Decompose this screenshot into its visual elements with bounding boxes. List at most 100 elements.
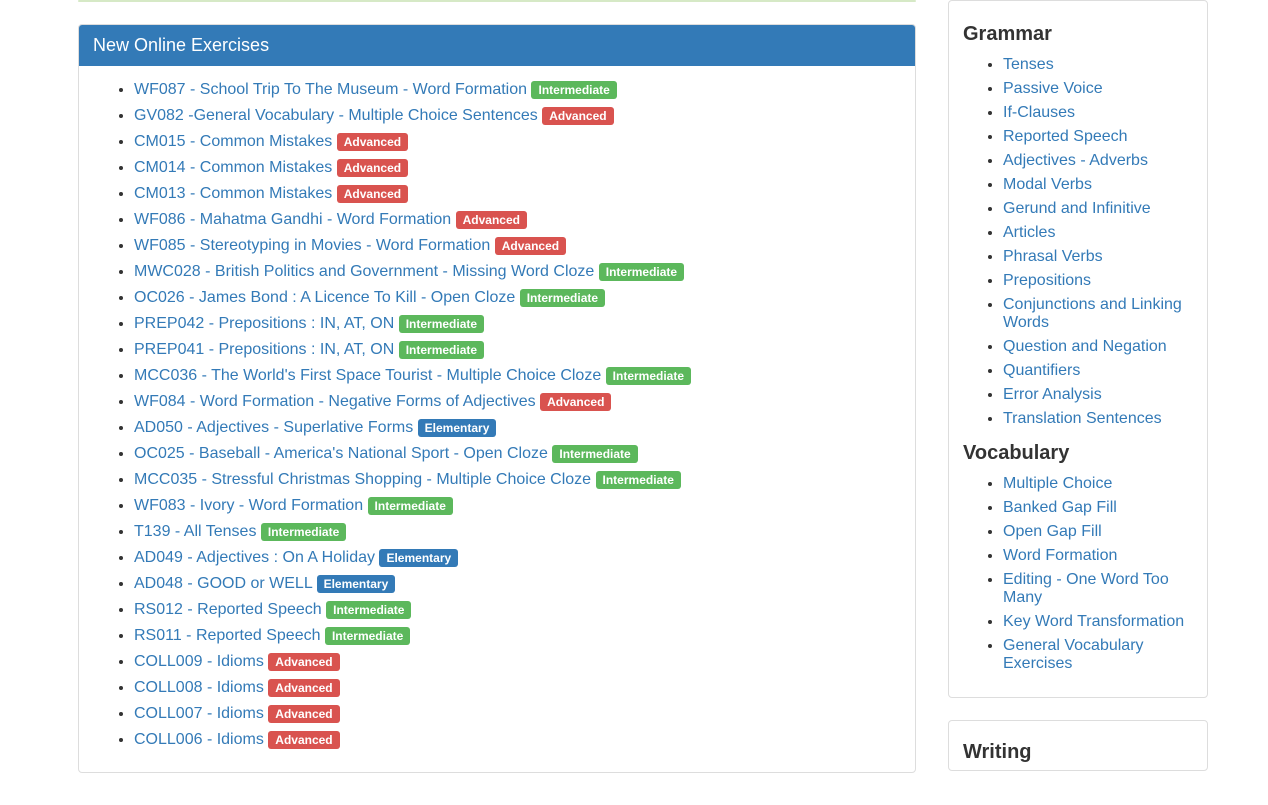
exercise-link[interactable]: GV082 -General Vocabulary - Multiple Cho… — [134, 107, 542, 124]
grammar-links-list: Tenses Passive Voice If-Clauses Reported Sp… — [963, 56, 1193, 428]
exercise-link[interactable]: RS011 - Reported Speech — [134, 627, 325, 644]
exercise-item: AD050 - Adjectives - Superlative Forms E… — [134, 419, 900, 437]
sidebar-item: Question and Negation — [1003, 338, 1193, 356]
sidebar-link[interactable]: Tenses — [1003, 56, 1054, 73]
exercise-item: MWC028 - British Politics and Government… — [134, 263, 900, 281]
level-badge: Elementary — [379, 549, 458, 567]
sidebar-link[interactable]: Quantifiers — [1003, 362, 1080, 379]
exercise-link[interactable]: OC026 - James Bond : A Licence To Kill -… — [134, 289, 520, 306]
sidebar-link[interactable]: Articles — [1003, 224, 1055, 241]
exercise-item: WF085 - Stereotyping in Movies - Word Fo… — [134, 237, 900, 255]
level-badge: Advanced — [495, 237, 566, 255]
sidebar-link[interactable]: Adjectives - Adverbs — [1003, 152, 1148, 169]
level-badge: Intermediate — [325, 627, 410, 645]
sidebar-categories-panel: Grammar TensesPassive VoiceIf-ClausesRep… — [948, 0, 1208, 698]
sidebar-item: Adjectives - Adverbs — [1003, 152, 1193, 170]
sidebar-link[interactable]: Open Gap Fill — [1003, 523, 1102, 540]
sidebar-link[interactable]: Reported Speech — [1003, 128, 1128, 145]
exercise-link[interactable]: MCC035 - Stressful Christmas Shopping - … — [134, 471, 596, 488]
sidebar-link[interactable]: Gerund and Infinitive — [1003, 200, 1151, 217]
exercise-link[interactable]: AD050 - Adjectives - Superlative Forms — [134, 419, 418, 436]
sidebar-link[interactable]: Modal Verbs — [1003, 176, 1092, 193]
exercise-item: COLL008 - Idioms Advanced — [134, 679, 900, 697]
sidebar-link[interactable]: Word Formation — [1003, 547, 1117, 564]
exercise-link[interactable]: CM014 - Common Mistakes — [134, 159, 337, 176]
level-badge: Advanced — [456, 211, 527, 229]
vocabulary-heading: Vocabulary — [963, 442, 1193, 465]
sidebar-link[interactable]: Error Analysis — [1003, 386, 1102, 403]
level-badge: Advanced — [337, 133, 408, 151]
sidebar-writing-panel: Writing — [948, 720, 1208, 771]
exercise-link[interactable]: WF087 - School Trip To The Museum - Word… — [134, 81, 531, 98]
sidebar-link[interactable]: Conjunctions and Linking Words — [1003, 296, 1182, 331]
exercise-link[interactable]: CM013 - Common Mistakes — [134, 185, 337, 202]
exercise-link[interactable]: PREP042 - Prepositions : IN, AT, ON — [134, 315, 399, 332]
exercise-link[interactable]: MCC036 - The World's First Space Tourist… — [134, 367, 606, 384]
exercise-link[interactable]: RS012 - Reported Speech — [134, 601, 326, 618]
sidebar-link[interactable]: Prepositions — [1003, 272, 1091, 289]
level-badge: Intermediate — [261, 523, 346, 541]
writing-heading: Writing — [963, 741, 1193, 764]
exercise-item: MCC036 - The World's First Space Tourist… — [134, 367, 900, 385]
sidebar-link[interactable]: Phrasal Verbs — [1003, 248, 1103, 265]
sidebar-item: If-Clauses — [1003, 104, 1193, 122]
exercise-link[interactable]: CM015 - Common Mistakes — [134, 133, 337, 150]
exercise-link[interactable]: AD049 - Adjectives : On A Holiday — [134, 549, 379, 566]
exercise-link[interactable]: COLL007 - Idioms — [134, 705, 268, 722]
sidebar-link[interactable]: General Vocabulary Exercises — [1003, 637, 1144, 672]
exercise-item: COLL007 - Idioms Advanced — [134, 705, 900, 723]
sidebar-item: Phrasal Verbs — [1003, 248, 1193, 266]
sidebar-item: General Vocabulary Exercises — [1003, 637, 1193, 673]
level-badge: Advanced — [268, 705, 339, 723]
exercise-item: RS012 - Reported Speech Intermediate — [134, 601, 900, 619]
exercise-item: WF083 - Ivory - Word Formation Intermedi… — [134, 497, 900, 515]
sidebar-link[interactable]: If-Clauses — [1003, 104, 1075, 121]
exercise-link[interactable]: WF085 - Stereotyping in Movies - Word Fo… — [134, 237, 495, 254]
sidebar-item: Error Analysis — [1003, 386, 1193, 404]
level-badge: Intermediate — [552, 445, 637, 463]
sidebar-link[interactable]: Passive Voice — [1003, 80, 1103, 97]
exercise-link[interactable]: COLL006 - Idioms — [134, 731, 268, 748]
exercise-link[interactable]: WF083 - Ivory - Word Formation — [134, 497, 368, 514]
exercise-item: T139 - All Tenses Intermediate — [134, 523, 900, 541]
level-badge: Advanced — [268, 653, 339, 671]
exercise-link[interactable]: COLL008 - Idioms — [134, 679, 268, 696]
exercise-item: PREP041 - Prepositions : IN, AT, ON Inte… — [134, 341, 900, 359]
exercise-item: GV082 -General Vocabulary - Multiple Cho… — [134, 107, 900, 125]
level-badge: Intermediate — [326, 601, 411, 619]
sidebar-item: Modal Verbs — [1003, 176, 1193, 194]
exercise-item: COLL006 - Idioms Advanced — [134, 731, 900, 749]
sidebar-link[interactable]: Multiple Choice — [1003, 475, 1112, 492]
sidebar-link[interactable]: Question and Negation — [1003, 338, 1167, 355]
exercise-link[interactable]: PREP041 - Prepositions : IN, AT, ON — [134, 341, 399, 358]
sidebar-link[interactable]: Translation Sentences — [1003, 410, 1162, 427]
exercise-item: CM014 - Common Mistakes Advanced — [134, 159, 900, 177]
level-badge: Advanced — [268, 731, 339, 749]
exercise-link[interactable]: WF084 - Word Formation - Negative Forms … — [134, 393, 540, 410]
level-badge: Intermediate — [599, 263, 684, 281]
exercise-link[interactable]: OC025 - Baseball - America's National Sp… — [134, 445, 552, 462]
sidebar-item: Reported Speech — [1003, 128, 1193, 146]
exercise-item: WF084 - Word Formation - Negative Forms … — [134, 393, 900, 411]
level-badge: Elementary — [317, 575, 396, 593]
sidebar-link[interactable]: Banked Gap Fill — [1003, 499, 1117, 516]
sidebar-item: Quantifiers — [1003, 362, 1193, 380]
new-online-exercises-panel: New Online Exercises WF087 - School Trip… — [78, 24, 916, 773]
exercise-link[interactable]: AD048 - GOOD or WELL — [134, 575, 317, 592]
level-badge: Advanced — [540, 393, 611, 411]
level-badge: Advanced — [337, 159, 408, 177]
exercise-link[interactable]: WF086 - Mahatma Gandhi - Word Formation — [134, 211, 456, 228]
sidebar-item: Word Formation — [1003, 547, 1193, 565]
exercise-link[interactable]: COLL009 - Idioms — [134, 653, 268, 670]
sidebar-item: Editing - One Word Too Many — [1003, 571, 1193, 607]
sidebar-link[interactable]: Editing - One Word Too Many — [1003, 571, 1169, 606]
level-badge: Advanced — [337, 185, 408, 203]
exercise-item: AD048 - GOOD or WELL Elementary — [134, 575, 900, 593]
level-badge: Intermediate — [520, 289, 605, 307]
sidebar-item: Tenses — [1003, 56, 1193, 74]
sidebar-item: Banked Gap Fill — [1003, 499, 1193, 517]
exercise-link[interactable]: MWC028 - British Politics and Government… — [134, 263, 599, 280]
sidebar-item: Key Word Transformation — [1003, 613, 1193, 631]
sidebar-link[interactable]: Key Word Transformation — [1003, 613, 1184, 630]
exercise-link[interactable]: T139 - All Tenses — [134, 523, 261, 540]
